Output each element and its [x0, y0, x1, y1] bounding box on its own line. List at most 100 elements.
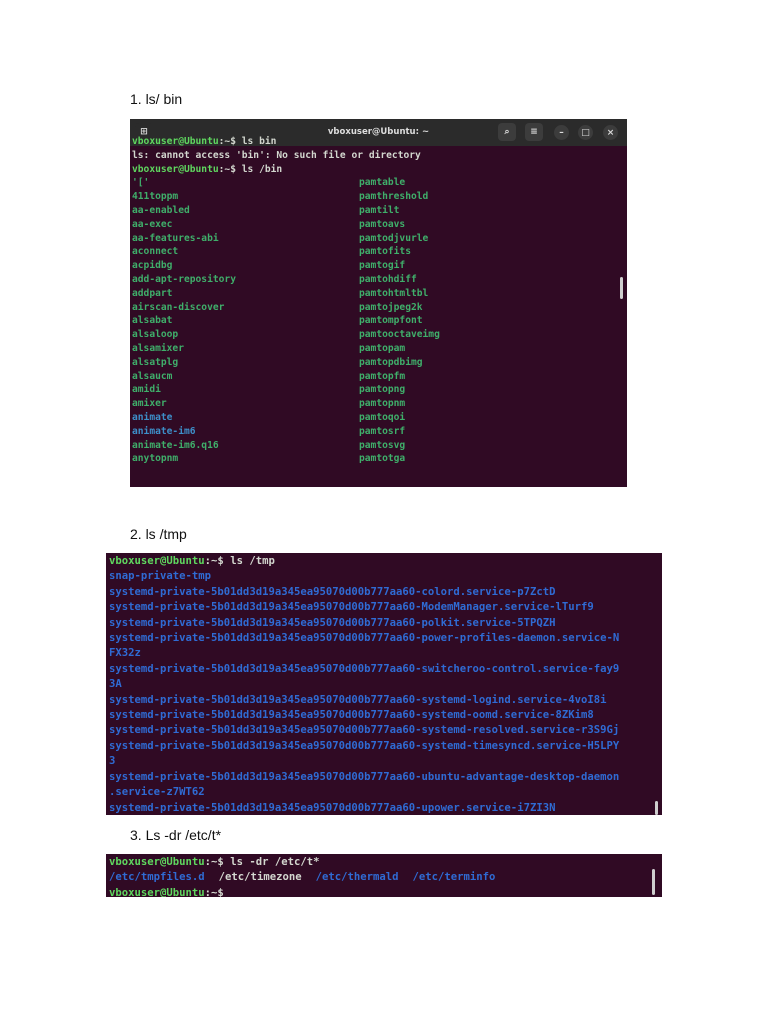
terminal-output: vboxuser@Ubuntu:~$ ls bin ls: cannot acc…: [132, 136, 627, 466]
prompt-path: :~$: [218, 163, 242, 175]
file-column-left: '[' 411toppm aa-enabled aa-exec aa-features-…: [132, 176, 359, 466]
file-entry: 411toppm: [132, 191, 179, 203]
file-entry: pamtogif: [359, 260, 406, 272]
file-entry: alsatplg: [132, 356, 179, 368]
command-text: ls /tmp: [230, 555, 275, 567]
directory-entry: systemd-private-5b01dd3d19a345ea95070d00…: [109, 616, 556, 629]
file-entry: aa-exec: [132, 218, 173, 230]
terminal-output: vboxuser@Ubuntu:~$ ls /tmp snap-private-…: [106, 553, 662, 815]
etc-listing: /etc/tmpfiles.d/etc/timezone/etc/thermal…: [109, 870, 662, 885]
file-entry: pamtopfm: [359, 370, 406, 382]
file-entry: alsaucm: [132, 370, 173, 382]
file-entry: pamtable: [359, 177, 406, 189]
file-entry: pamtopnm: [359, 398, 406, 410]
prompt-user: vboxuser@Ubuntu: [109, 555, 205, 567]
file-listing: '[' 411toppm aa-enabled aa-exec aa-features-…: [132, 176, 627, 466]
file-entry: airscan-discover: [132, 301, 225, 313]
directory-entry: /etc/terminfo: [412, 871, 496, 884]
directory-entry: systemd-private-5b01dd3d19a345ea95070d00…: [109, 801, 556, 814]
terminal-output: vboxuser@Ubuntu:~$ ls -dr /etc/t* /etc/t…: [106, 854, 662, 897]
command-text: ls -dr /etc/t*: [230, 856, 320, 868]
terminal-window-3: vboxuser@Ubuntu:~$ ls -dr /etc/t* /etc/t…: [106, 854, 662, 897]
directory-entry: systemd-private-5b01dd3d19a345ea95070d00…: [109, 693, 607, 706]
file-entry: addpart: [132, 287, 173, 299]
directory-entry: /etc/tmpfiles.d: [109, 871, 205, 884]
command-line: vboxuser@Ubuntu:~$ ls /bin: [132, 163, 627, 177]
file-entry: alsabat: [132, 315, 173, 327]
file-entry: pamtojpeg2k: [359, 301, 423, 313]
directory-entry: 3: [109, 755, 116, 768]
file-entry: pamtoavs: [359, 218, 406, 230]
prompt-path: :~$: [204, 886, 231, 897]
file-entry: animate-im6: [132, 425, 196, 437]
directory-listing: snap-private-tmp systemd-private-5b01dd3d…: [109, 569, 662, 815]
directory-entry: systemd-private-5b01dd3d19a345ea95070d00…: [109, 632, 620, 645]
command-line: vboxuser@Ubuntu:~$ ls -dr /etc/t*: [109, 855, 662, 870]
command-line: vboxuser@Ubuntu:~$ ls /tmp: [109, 554, 662, 569]
scrollbar-thumb[interactable]: [652, 869, 655, 895]
document-page: 1. ls/ bin ⊞ vboxuser@Ubuntu: ~ ⌕ ≡ – □ …: [0, 0, 768, 1024]
file-entry: pamtopng: [359, 384, 406, 396]
file-entry: aa-features-abi: [132, 232, 219, 244]
file-entry: pamtotga: [359, 453, 406, 465]
section-heading-3: 3. Ls -dr /etc/t*: [130, 827, 222, 843]
terminal-window-1: ⊞ vboxuser@Ubuntu: ~ ⌕ ≡ – □ × vboxuser@…: [130, 119, 627, 487]
file-entry: add-apt-repository: [132, 273, 236, 285]
file-entry: animate-im6.q16: [132, 439, 219, 451]
directory-entry: systemd-private-5b01dd3d19a345ea95070d00…: [109, 770, 620, 783]
prompt-path: :~$: [204, 555, 231, 567]
file-entry: aa-enabled: [132, 204, 190, 216]
command-text: ls bin: [241, 136, 277, 147]
file-entry: alsamixer: [132, 342, 184, 354]
prompt-path: :~$: [218, 136, 242, 147]
file-entry: pamtilt: [359, 204, 400, 216]
directory-entry: systemd-private-5b01dd3d19a345ea95070d00…: [109, 739, 620, 752]
file-entry: pamtohdiff: [359, 273, 417, 285]
prompt-user: vboxuser@Ubuntu: [132, 136, 219, 147]
directory-entry: .service-z7WT62: [109, 786, 205, 799]
file-entry: pamtosrf: [359, 425, 406, 437]
section-heading-1: 1. ls/ bin: [130, 91, 183, 107]
file-entry: alsaloop: [132, 329, 179, 341]
prompt-user: vboxuser@Ubuntu: [109, 856, 205, 868]
directory-entry: systemd-private-5b01dd3d19a345ea95070d00…: [109, 709, 594, 722]
file-entry: pamthreshold: [359, 191, 429, 203]
file-entry: pamtopdbimg: [359, 356, 423, 368]
terminal-window-2: vboxuser@Ubuntu:~$ ls /tmp snap-private-…: [106, 553, 662, 815]
file-entry: aconnect: [132, 246, 179, 258]
command-line: vboxuser@Ubuntu:~$ ls bin: [132, 135, 627, 149]
directory-entry: FX32z: [109, 647, 141, 660]
file-column-right: pamtable pamthreshold pamtilt pamtoavs pamto…: [359, 176, 586, 466]
error-message: ls: cannot access 'bin': No such file or…: [132, 149, 421, 161]
directory-entry: systemd-private-5b01dd3d19a345ea95070d00…: [109, 601, 594, 614]
directory-entry: systemd-private-5b01dd3d19a345ea95070d00…: [109, 662, 620, 675]
command-line: vboxuser@Ubuntu:~$: [109, 886, 662, 897]
directory-entry: systemd-private-5b01dd3d19a345ea95070d00…: [109, 585, 556, 598]
section-heading-2: 2. ls /tmp: [130, 526, 187, 542]
file-entry: pamtohtmltbl: [359, 287, 429, 299]
file-entry: pamtoqoi: [359, 411, 406, 423]
file-entry: '[': [132, 177, 150, 189]
prompt-user: vboxuser@Ubuntu: [132, 163, 219, 175]
file-entry: pamtopam: [359, 342, 406, 354]
file-entry: animate: [132, 411, 173, 423]
prompt-user: vboxuser@Ubuntu: [109, 886, 205, 897]
command-text: ls /bin: [241, 163, 283, 175]
file-entry: pamtodjvurle: [359, 232, 429, 244]
file-entry: pamtooctaveimg: [359, 329, 440, 341]
file-entry: amidi: [132, 384, 161, 396]
scrollbar-thumb[interactable]: [620, 277, 623, 299]
file-entry: acpidbg: [132, 260, 173, 272]
file-entry: pamtosvg: [359, 439, 406, 451]
file-entry: pamtompfont: [359, 315, 423, 327]
file-entry: amixer: [132, 398, 167, 410]
prompt-path: :~$: [204, 856, 231, 868]
file-entry: anytopnm: [132, 453, 179, 465]
directory-entry: /etc/thermald: [315, 871, 399, 884]
scrollbar-thumb[interactable]: [655, 801, 658, 815]
file-entry: pamtofits: [359, 246, 411, 258]
directory-entry: 3A: [109, 678, 122, 691]
file-entry: /etc/timezone: [218, 871, 302, 884]
directory-entry: snap-private-tmp: [109, 570, 212, 583]
directory-entry: systemd-private-5b01dd3d19a345ea95070d00…: [109, 724, 620, 737]
